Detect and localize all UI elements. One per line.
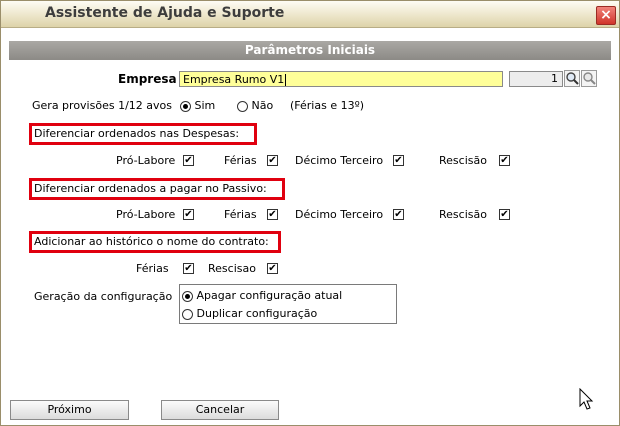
passivo-checkbox-pro-labore[interactable]: ✔	[183, 209, 194, 220]
empresa-value: Empresa Rumo V1	[183, 73, 285, 86]
despesas-heading: Diferenciar ordenados nas Despesas:	[34, 127, 240, 140]
radio-icon	[237, 100, 248, 112]
despesas-checkbox-rescisao[interactable]: ✔	[499, 155, 510, 166]
window-title: Assistente de Ajuda e Suporte	[45, 5, 285, 21]
provisoes-label: Gera provisões 1/12 avos	[32, 99, 172, 112]
passivo-checkbox-ferias[interactable]: ✔	[267, 209, 278, 220]
configuracao-radio-duplicar[interactable]: Duplicar configuração	[182, 307, 317, 320]
search-clear-button[interactable]	[581, 70, 597, 87]
provisoes-radio-sim[interactable]: Sim	[180, 99, 215, 112]
radio-label-duplicar: Duplicar configuração	[196, 307, 318, 320]
search-icon	[566, 72, 579, 85]
provisoes-note: (Férias e 13º)	[290, 99, 365, 112]
mouse-cursor-icon	[579, 388, 594, 410]
historico-checkbox-rescisao[interactable]: ✔	[267, 263, 278, 274]
historico-label-ferias: Férias	[136, 262, 169, 275]
search-icon	[583, 72, 596, 85]
radio-icon	[182, 308, 193, 320]
radio-icon	[182, 290, 193, 302]
empresa-label: Empresa	[118, 72, 177, 86]
text-caret	[285, 74, 287, 86]
radio-label-nao: Não	[251, 99, 274, 112]
historico-heading-box: Adicionar ao histórico o nome do contrat…	[29, 231, 281, 253]
radio-label-sim: Sim	[194, 99, 216, 112]
close-button[interactable]: ×	[596, 6, 616, 25]
despesas-heading-box: Diferenciar ordenados nas Despesas:	[29, 123, 257, 145]
cancel-button[interactable]: Cancelar	[161, 400, 279, 420]
next-button[interactable]: Próximo	[10, 400, 129, 420]
section-header: Parâmetros Iniciais	[9, 41, 611, 60]
despesas-checkbox-pro-labore[interactable]: ✔	[183, 155, 194, 166]
passivo-checkbox-decimo[interactable]: ✔	[393, 209, 404, 220]
passivo-label-pro-labore: Pró-Labore	[116, 208, 176, 221]
passivo-label-ferias: Férias	[224, 208, 257, 221]
passivo-label-rescisao: Rescisão	[439, 208, 487, 221]
configuracao-label: Geração da configuração	[34, 290, 173, 303]
despesas-label-rescisao: Rescisão	[439, 154, 487, 167]
empresa-input[interactable]: Empresa Rumo V1	[179, 71, 503, 87]
empresa-code-input[interactable]: 1	[509, 71, 563, 87]
search-button[interactable]	[564, 70, 580, 87]
radio-label-apagar: Apagar configuração atual	[196, 289, 343, 302]
despesas-checkbox-decimo[interactable]: ✔	[393, 155, 404, 166]
assistant-window: Assistente de Ajuda e Suporte × Parâmetr…	[0, 0, 620, 426]
historico-heading: Adicionar ao histórico o nome do contrat…	[34, 235, 269, 248]
historico-checkbox-ferias[interactable]: ✔	[183, 263, 194, 274]
title-bar[interactable]: Assistente de Ajuda e Suporte ×	[1, 1, 619, 28]
despesas-label-decimo: Décimo Terceiro	[295, 154, 384, 167]
configuracao-radio-apagar[interactable]: Apagar configuração atual	[182, 289, 342, 302]
despesas-checkbox-ferias[interactable]: ✔	[267, 155, 278, 166]
radio-icon	[180, 100, 191, 112]
despesas-label-pro-labore: Pró-Labore	[116, 154, 176, 167]
passivo-heading: Diferenciar ordenados a pagar no Passivo…	[34, 182, 267, 195]
historico-label-rescisao: Rescisao	[208, 262, 256, 275]
passivo-label-decimo: Décimo Terceiro	[295, 208, 384, 221]
provisoes-radio-nao[interactable]: Não	[237, 99, 273, 112]
passivo-heading-box: Diferenciar ordenados a pagar no Passivo…	[29, 178, 285, 200]
passivo-checkbox-rescisao[interactable]: ✔	[499, 209, 510, 220]
configuracao-radio-group: Apagar configuração atual Duplicar confi…	[179, 284, 397, 324]
despesas-label-ferias: Férias	[224, 154, 257, 167]
